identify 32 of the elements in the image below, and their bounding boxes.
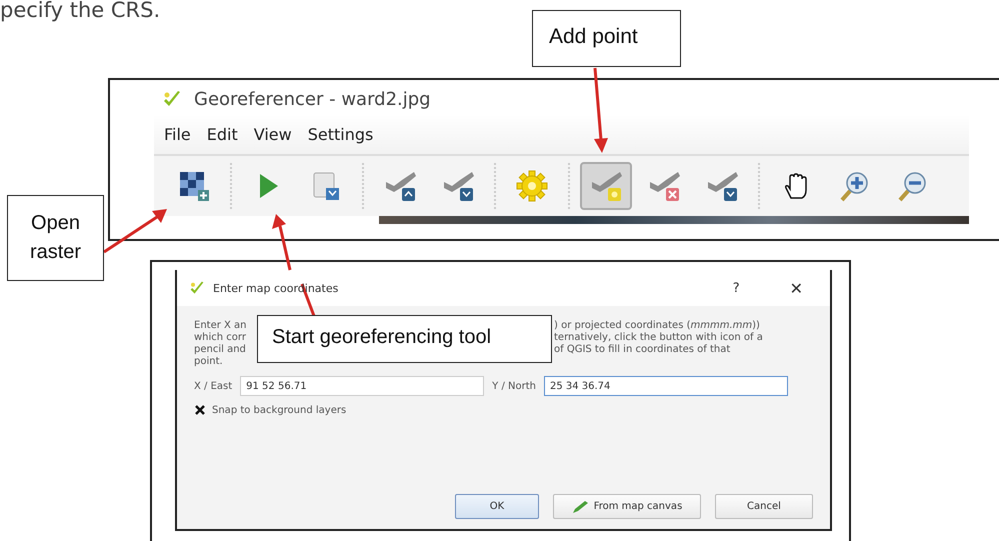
input-field[interactable]: 91 52 56.71: [240, 376, 484, 396]
description-text: ternatively, click the button with icon of a: [554, 332, 763, 344]
close-button[interactable]: ✕: [790, 278, 803, 298]
callout-label: Start georeferencing tool: [257, 315, 552, 363]
checkbox-label: Snap to background layers: [212, 404, 346, 416]
field-label: Y / North: [492, 380, 536, 392]
pencil-icon: [572, 500, 590, 514]
checkbox[interactable]: [194, 404, 206, 416]
cancel-button[interactable]: Cancel: [715, 494, 813, 519]
description-text: ) or projected coordinates (mmmm.mm)): [554, 320, 760, 332]
page-text: pecify the CRS.: [0, 0, 160, 22]
description-text: Enter X an: [194, 320, 247, 332]
field-label: X / East: [194, 380, 232, 392]
window-title: Georeferencer - ward2.jpg: [194, 88, 431, 110]
menu-item[interactable]: File: [164, 124, 191, 144]
menu-item[interactable]: Settings: [308, 124, 374, 144]
description-text: which corr: [194, 332, 246, 344]
help-button[interactable]: ?: [732, 280, 740, 296]
callout-label: Add point: [532, 10, 681, 67]
canvas-button[interactable]: From map canvas: [553, 494, 701, 519]
app-icon: [189, 280, 205, 296]
arrow: [103, 209, 167, 254]
input-field[interactable]: 25 34 36.74: [544, 376, 788, 396]
description-text: of QGIS to fill in coordinates of that: [554, 344, 730, 356]
description-text: pencil and: [194, 344, 246, 356]
gear-icon: [514, 168, 550, 204]
menu-item[interactable]: View: [254, 124, 292, 144]
ok-button[interactable]: OK: [455, 494, 539, 519]
callout-label: raster: [30, 241, 82, 264]
menu-item[interactable]: Edit: [206, 124, 238, 144]
description-text: point.: [194, 356, 223, 368]
callout-label: Open: [31, 212, 80, 235]
